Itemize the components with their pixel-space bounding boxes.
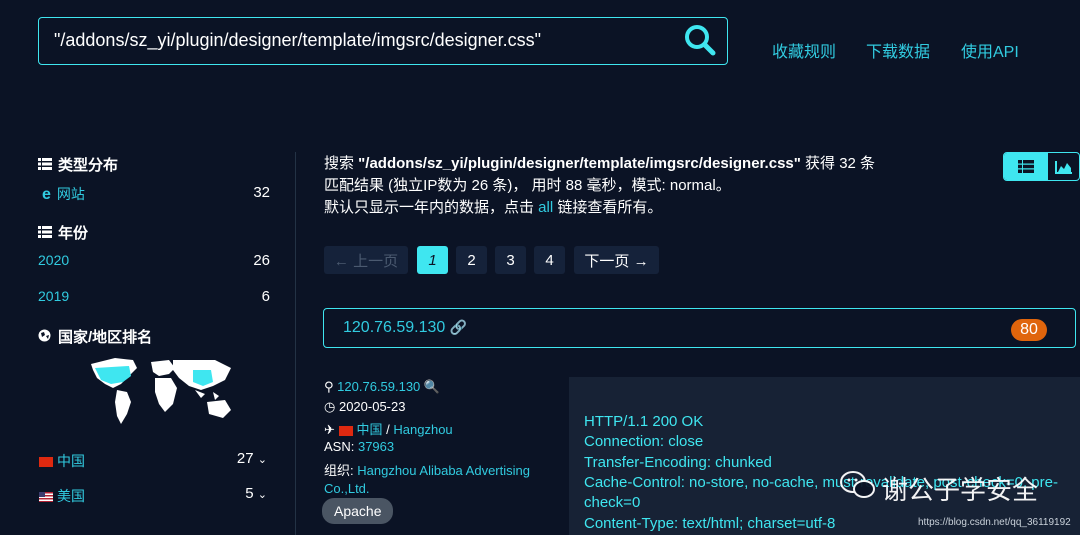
prev-page-button[interactable]: ← 上一页 [324, 246, 408, 274]
sidebar-item-website[interactable]: e 网站 [42, 184, 85, 204]
page-1-button[interactable]: 1 [417, 246, 448, 274]
search-icon[interactable]: 🔍 [424, 379, 440, 394]
country-link[interactable]: 中国 [357, 422, 383, 437]
search-input[interactable]: "/addons/sz_yi/plugin/designer/template/… [54, 30, 541, 51]
year-2019-count: 6 [261, 288, 270, 305]
country-ranking-heading: 国家/地区排名 [38, 326, 152, 347]
sidebar-item-usa[interactable]: 美国 [39, 486, 85, 506]
link-icon: 🔗 [449, 319, 468, 335]
city-link[interactable]: Hangzhou [393, 422, 452, 437]
result-ip-link[interactable]: 120.76.59.130 🔗 [343, 319, 467, 337]
result-ip-row: ⚲ 120.76.59.130 🔍 [324, 379, 440, 395]
result-asn-row: ASN: 37963 [324, 439, 395, 454]
list-icon [38, 225, 52, 242]
org-link-continued[interactable]: Co.,Ltd. [324, 481, 370, 496]
list-view-button[interactable] [1004, 153, 1048, 180]
china-flag-icon [338, 425, 353, 436]
banner-line: Transfer-Encoding: chunked [584, 454, 772, 471]
sidebar-item-2019[interactable]: 2019 [38, 288, 69, 304]
china-count: 27 ⌄ [236, 450, 267, 467]
result-org-row-2: Co.,Ltd. [324, 481, 370, 496]
chevron-down-icon[interactable]: ⌄ [258, 454, 267, 466]
page-4-button[interactable]: 4 [534, 246, 565, 274]
wechat-icon [840, 470, 876, 507]
chevron-down-icon[interactable]: ⌄ [258, 489, 267, 501]
list-icon [38, 157, 52, 174]
ie-icon: e [42, 186, 51, 203]
view-toggle[interactable] [1003, 152, 1080, 181]
globe-icon [38, 329, 52, 346]
use-api-link[interactable]: 使用API [961, 38, 1019, 62]
website-count: 32 [253, 184, 270, 201]
usa-flag-icon [39, 492, 53, 503]
watermark: 谢公子学安全 [840, 470, 1038, 507]
year-2020-count: 26 [253, 252, 270, 269]
page-3-button[interactable]: 3 [495, 246, 526, 274]
apache-tag[interactable]: Apache [322, 498, 394, 524]
search-summary: 搜索 "/addons/sz_yi/plugin/designer/templa… [324, 155, 876, 216]
clock-icon: ◷ [324, 399, 336, 414]
next-page-button[interactable]: 下一页 → [574, 246, 659, 274]
banner-line: Connection: close [584, 433, 704, 450]
plane-icon: ✈ [324, 422, 335, 437]
result-org-row: 组织: Hangzhou Alibaba Advertising [324, 463, 530, 478]
download-data-link[interactable]: 下载数据 [866, 38, 930, 62]
favorite-rules-link[interactable]: 收藏规则 [772, 38, 836, 62]
org-link[interactable]: Hangzhou Alibaba Advertising [357, 463, 530, 478]
sidebar-item-china[interactable]: 中国 [39, 451, 85, 471]
map-marker-icon: ⚲ [324, 379, 334, 394]
banner-line: check=0 [584, 494, 641, 511]
show-all-link[interactable]: all [538, 199, 553, 216]
asn-link[interactable]: 37963 [358, 439, 394, 454]
chart-view-button[interactable] [1048, 153, 1079, 180]
result-date-row: ◷ 2020-05-23 [324, 399, 406, 414]
usa-count: 5 ⌄ [245, 485, 267, 502]
port-badge[interactable]: 80 [1011, 319, 1047, 341]
page-2-button[interactable]: 2 [456, 246, 487, 274]
china-flag-icon [39, 457, 53, 468]
type-distribution-heading: 类型分布 [38, 154, 118, 175]
watermark-url: https://blog.csdn.net/qq_36119192 [918, 517, 1071, 528]
sidebar-item-2020[interactable]: 2020 [38, 252, 69, 268]
ip-detail-link[interactable]: 120.76.59.130 [337, 379, 420, 394]
area-chart-icon [1054, 160, 1072, 174]
world-map [85, 354, 237, 428]
banner-line: Content-Type: text/html; charset=utf-8 [584, 515, 836, 532]
result-location-row: ✈ 中国 / Hangzhou [324, 422, 453, 437]
year-heading: 年份 [38, 222, 88, 243]
list-icon [1018, 160, 1034, 173]
sidebar-divider [295, 152, 296, 535]
search-icon[interactable] [682, 22, 718, 58]
banner-line: HTTP/1.1 200 OK [584, 413, 704, 430]
